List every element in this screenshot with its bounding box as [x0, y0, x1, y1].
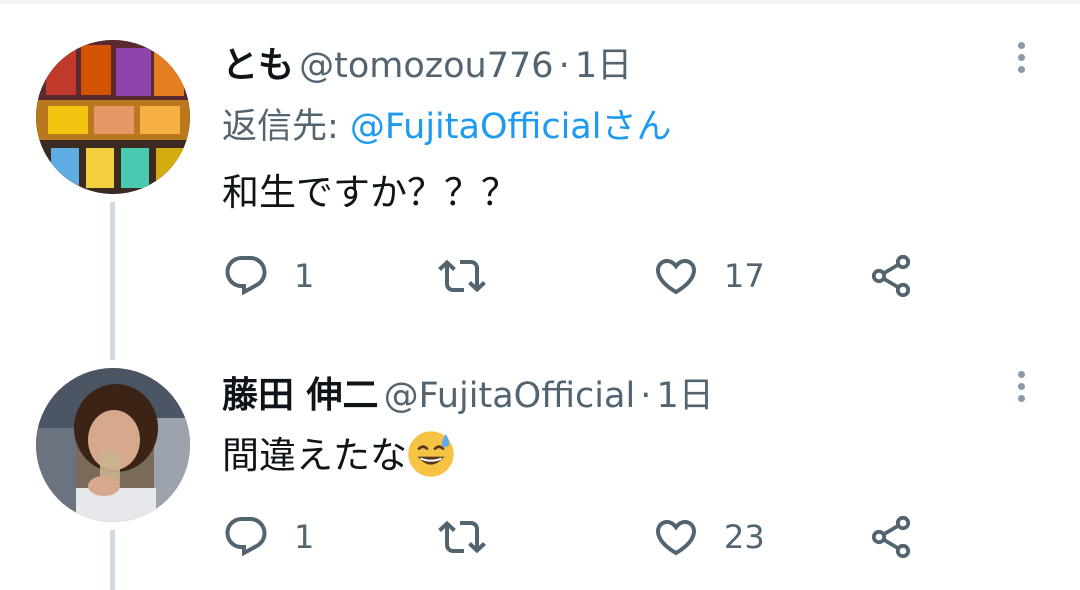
separator: ·: [558, 46, 570, 86]
grinning-face-with-sweat-icon: [408, 431, 454, 477]
tweet-text: 和生ですか？？？: [222, 171, 518, 214]
display-name[interactable]: とも: [222, 45, 294, 86]
tweet[interactable]: 藤田 伸二 @FujitaOfficial · 1日 間違えたな 1 23: [0, 345, 1080, 590]
more-options-icon[interactable]: [1006, 38, 1036, 82]
tweet-header: 藤田 伸二 @FujitaOfficial · 1日: [222, 373, 714, 419]
reply-count: 1: [294, 518, 315, 556]
reply-to-mention[interactable]: @FujitaOfficialさん: [350, 107, 672, 147]
handle[interactable]: @FujitaOfficial: [384, 376, 636, 416]
handle[interactable]: @tomozou776: [299, 46, 553, 86]
like-button[interactable]: 17: [652, 251, 765, 301]
share-button[interactable]: [867, 251, 915, 301]
thread-line: [110, 202, 115, 360]
reply-button[interactable]: 1: [222, 251, 314, 301]
tweet-actions: 1 17: [222, 251, 942, 301]
reply-to-label: 返信先:: [222, 107, 350, 147]
retweet-button[interactable]: [438, 251, 510, 301]
avatar-image: [36, 368, 190, 522]
avatar-image: [36, 40, 190, 194]
retweet-icon: [438, 259, 486, 293]
reply-count: 1: [294, 257, 315, 295]
share-icon: [871, 515, 911, 559]
timestamp[interactable]: 1日: [657, 376, 714, 416]
like-count: 17: [724, 257, 765, 295]
reply-icon: [225, 256, 267, 296]
reply-icon: [225, 517, 267, 557]
tweet-actions: 1 23: [222, 512, 942, 562]
heart-icon: [655, 520, 697, 556]
avatar[interactable]: [36, 368, 190, 522]
display-name[interactable]: 藤田 伸二: [222, 375, 379, 416]
tweet-header: とも @tomozou776 · 1日: [222, 43, 632, 89]
tweet-text: 間違えたな: [222, 434, 407, 477]
avatar[interactable]: [36, 40, 190, 194]
separator: ·: [640, 376, 652, 416]
tweet[interactable]: とも @tomozou776 · 1日 返信先: @FujitaOfficial…: [0, 0, 1080, 360]
tweet-text-line: 間違えたな: [222, 430, 455, 480]
retweet-button[interactable]: [438, 512, 510, 562]
thread-line: [110, 530, 115, 590]
share-icon: [871, 254, 911, 298]
more-options-icon[interactable]: [1006, 367, 1036, 411]
reply-button[interactable]: 1: [222, 512, 314, 562]
like-button[interactable]: 23: [652, 512, 765, 562]
retweet-icon: [438, 520, 486, 554]
like-count: 23: [724, 518, 765, 556]
heart-icon: [655, 259, 697, 295]
reply-to: 返信先: @FujitaOfficialさん: [222, 104, 671, 150]
share-button[interactable]: [867, 512, 915, 562]
timestamp[interactable]: 1日: [575, 46, 632, 86]
